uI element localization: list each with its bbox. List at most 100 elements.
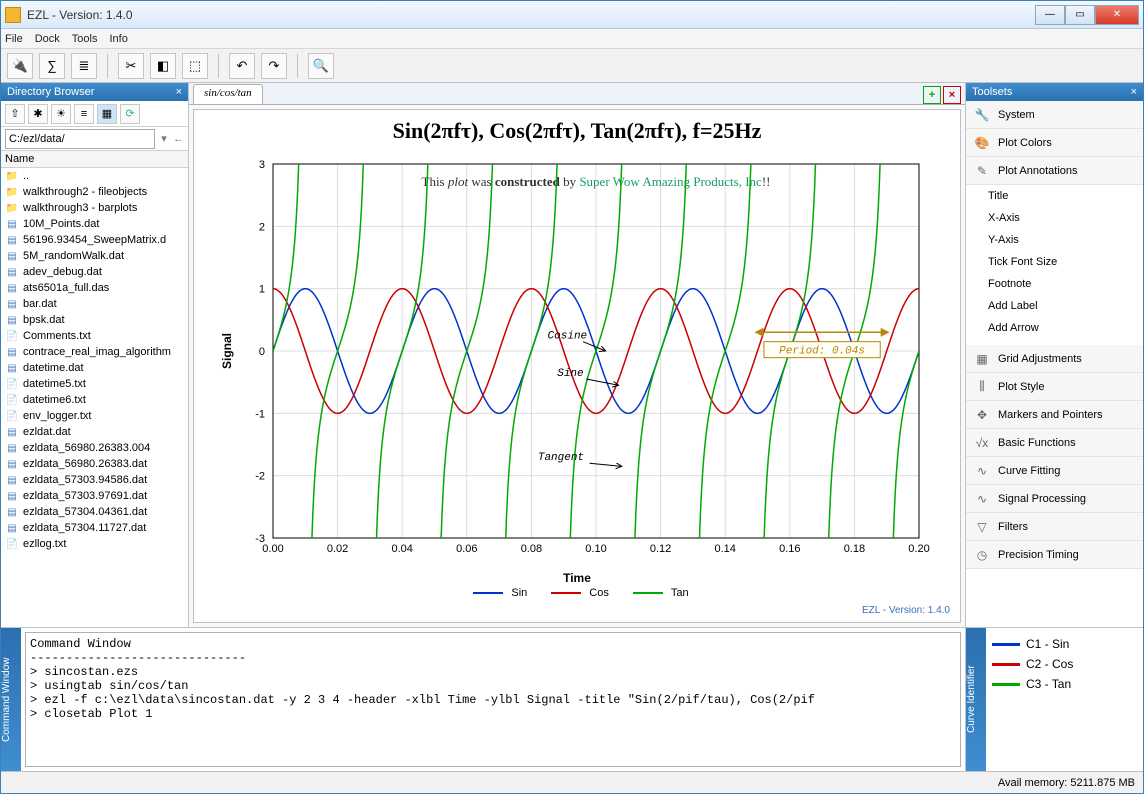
file-row[interactable]: ▤contrace_real_imag_algorithm (1, 344, 188, 360)
window-title: EZL - Version: 1.4.0 (27, 8, 1035, 22)
path-input[interactable] (5, 129, 155, 149)
svg-text:0.20: 0.20 (908, 543, 929, 555)
annotation-footnote[interactable]: Footnote (966, 273, 1143, 295)
menu-tools[interactable]: Tools (72, 33, 98, 45)
file-row[interactable]: 📄datetime6.txt (1, 392, 188, 408)
file-row[interactable]: ▤56196.93454_SweepMatrix.d (1, 232, 188, 248)
tool-markers-and-pointers[interactable]: ✥Markers and Pointers (966, 401, 1143, 429)
file-row[interactable]: ▤bpsk.dat (1, 312, 188, 328)
dir-refresh-icon[interactable]: ⟳ (120, 104, 140, 124)
annotation-add-arrow[interactable]: Add Arrow (966, 317, 1143, 339)
file-row[interactable]: 📄env_logger.txt (1, 408, 188, 424)
file-row[interactable]: ▤ezldat.dat (1, 424, 188, 440)
dir-up-icon[interactable]: ⇧ (5, 104, 25, 124)
tab-sincostan[interactable]: sin/cos/tan (193, 84, 263, 104)
column-header-name[interactable]: Name (1, 151, 188, 168)
tool-basic-functions[interactable]: √xBasic Functions (966, 429, 1143, 457)
menu-file[interactable]: File (5, 33, 23, 45)
tool-signal-processing[interactable]: ∿Signal Processing (966, 485, 1143, 513)
toolsets-panel-close[interactable]: × (1131, 86, 1137, 98)
annotation-x-axis[interactable]: X-Axis (966, 207, 1143, 229)
file-list[interactable]: Name 📁..📁walkthrough2 - fileobjects📁walk… (1, 151, 188, 627)
titlebar: EZL - Version: 1.4.0 — ▭ ✕ (1, 1, 1143, 29)
close-button[interactable]: ✕ (1095, 5, 1139, 25)
tool-curve-fitting[interactable]: ∿Curve Fitting (966, 457, 1143, 485)
dir-new-icon[interactable]: ✱ (28, 104, 48, 124)
file-row[interactable]: 📁walkthrough3 - barplots (1, 200, 188, 216)
annotation-title[interactable]: Title (966, 185, 1143, 207)
memory-status: Avail memory: 5211.875 MB (998, 777, 1135, 789)
file-row[interactable]: 📄ezllog.txt (1, 536, 188, 552)
file-row[interactable]: ▤bar.dat (1, 296, 188, 312)
file-row[interactable]: 📁.. (1, 168, 188, 184)
tool-grid-adjustments[interactable]: ▦Grid Adjustments (966, 345, 1143, 373)
file-row[interactable]: 📄Comments.txt (1, 328, 188, 344)
svg-text:0.02: 0.02 (327, 543, 348, 555)
erase-icon[interactable]: ◧ (150, 53, 176, 79)
dat-icon: ▤ (5, 297, 19, 311)
tool-icon: ✥ (974, 407, 990, 423)
file-row[interactable]: ▤ezldata_57303.94586.dat (1, 472, 188, 488)
annotation-add-label[interactable]: Add Label (966, 295, 1143, 317)
minimize-button[interactable]: — (1035, 5, 1065, 25)
path-dropdown-icon[interactable]: ▾ (159, 132, 169, 145)
curve-row[interactable]: C3 - Tan (992, 674, 1137, 694)
file-row[interactable]: ▤ezldata_57304.04361.dat (1, 504, 188, 520)
file-row[interactable]: ▤ezldata_57304.11727.dat (1, 520, 188, 536)
txt-icon: 📄 (5, 393, 19, 407)
curve-row[interactable]: C1 - Sin (992, 634, 1137, 654)
file-row[interactable]: ▤adev_debug.dat (1, 264, 188, 280)
command-window[interactable]: Command Window -------------------------… (25, 632, 961, 767)
tool-plot-annotations[interactable]: ✎Plot Annotations (966, 157, 1143, 185)
curve-color-swatch (992, 683, 1020, 686)
tool-filters[interactable]: ▽Filters (966, 513, 1143, 541)
file-row[interactable]: ▤5M_randomWalk.dat (1, 248, 188, 264)
curve-color-swatch (992, 643, 1020, 646)
txt-icon: 📄 (5, 329, 19, 343)
file-row[interactable]: 📄datetime5.txt (1, 376, 188, 392)
file-row[interactable]: ▤ats6501a_full.das (1, 280, 188, 296)
tool-plot-style[interactable]: ⫼Plot Style (966, 373, 1143, 401)
annotation-y-axis[interactable]: Y-Axis (966, 229, 1143, 251)
add-tab-button[interactable]: + (923, 86, 941, 104)
directory-panel-header: Directory Browser × (1, 83, 188, 101)
svg-text:0.12: 0.12 (650, 543, 671, 555)
dir-open-icon[interactable]: ☀ (51, 104, 71, 124)
math-icon[interactable]: ∑ (39, 53, 65, 79)
file-row[interactable]: ▤ezldata_56980.26383.004 (1, 440, 188, 456)
tool-plot-colors[interactable]: 🎨Plot Colors (966, 129, 1143, 157)
curve-color-swatch (992, 663, 1020, 666)
cut-icon[interactable]: ✂ (118, 53, 144, 79)
plot-area[interactable]: Sin(2πfτ), Cos(2πfτ), Tan(2πfτ), f=25Hz … (193, 109, 961, 623)
app-window: EZL - Version: 1.4.0 — ▭ ✕ File Dock Too… (0, 0, 1144, 794)
chip-icon[interactable]: 🔌 (7, 53, 33, 79)
plot-legend: SinCosTan (194, 585, 960, 605)
maximize-button[interactable]: ▭ (1065, 5, 1095, 25)
zoom-icon[interactable]: 🔍 (308, 53, 334, 79)
dir-list-icon[interactable]: ≡ (74, 104, 94, 124)
file-row[interactable]: 📁walkthrough2 - fileobjects (1, 184, 188, 200)
select-icon[interactable]: ⬚ (182, 53, 208, 79)
tool-icon: ∿ (974, 463, 990, 479)
undo-icon[interactable]: ↶ (229, 53, 255, 79)
chart-canvas[interactable]: 0.000.020.040.060.080.100.120.140.160.18… (194, 148, 960, 568)
file-row[interactable]: ▤10M_Points.dat (1, 216, 188, 232)
annotation-tick-font-size[interactable]: Tick Font Size (966, 251, 1143, 273)
path-back-icon[interactable]: ← (173, 133, 184, 145)
tool-system[interactable]: 🔧System (966, 101, 1143, 129)
menu-dock[interactable]: Dock (35, 33, 60, 45)
file-row[interactable]: ▤datetime.dat (1, 360, 188, 376)
directory-panel-close[interactable]: × (176, 86, 182, 98)
curve-row[interactable]: C2 - Cos (992, 654, 1137, 674)
menu-info[interactable]: Info (109, 33, 127, 45)
dat-icon: ▤ (5, 489, 19, 503)
file-row[interactable]: ▤ezldata_57303.97691.dat (1, 488, 188, 504)
command-window-tab[interactable]: Command Window (1, 628, 21, 771)
tool-precision-timing[interactable]: ◷Precision Timing (966, 541, 1143, 569)
close-tab-button[interactable]: × (943, 86, 961, 104)
file-row[interactable]: ▤ezldata_56980.26383.dat (1, 456, 188, 472)
curve-identifier-tab[interactable]: Curve Identifier (966, 628, 986, 771)
script-icon[interactable]: ≣ (71, 53, 97, 79)
redo-icon[interactable]: ↷ (261, 53, 287, 79)
dir-grid-icon[interactable]: ▦ (97, 104, 117, 124)
